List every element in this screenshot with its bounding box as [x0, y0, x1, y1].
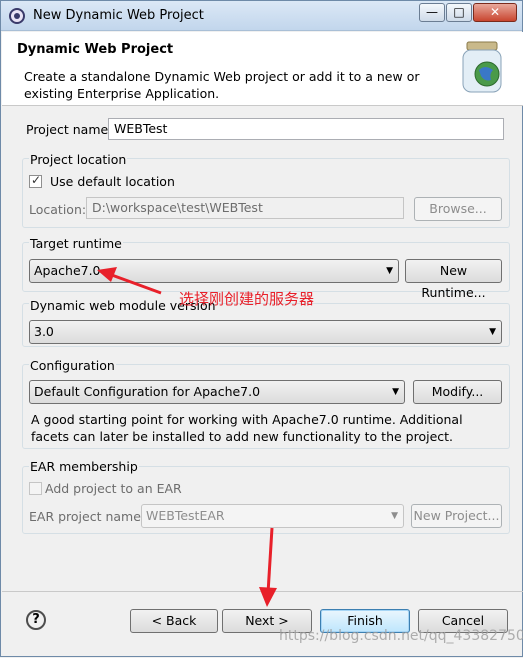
annotation-arrow-next — [259, 527, 277, 607]
dialog-window: New Dynamic Web Project — □ ✕ Dynamic We… — [0, 0, 523, 657]
annotation-arrows — [97, 267, 277, 607]
annotation-arrow-runtime — [97, 267, 162, 295]
